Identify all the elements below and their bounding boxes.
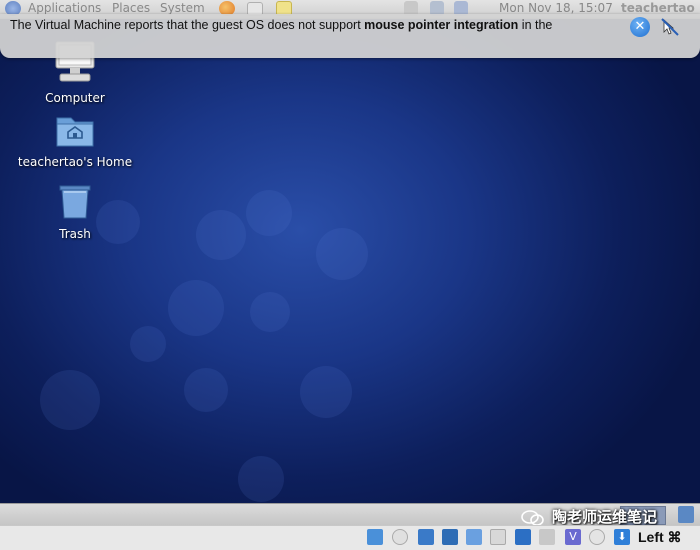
wallpaper-bokeh xyxy=(196,210,246,260)
menu-places[interactable]: Places xyxy=(112,1,150,15)
desktop-icon-label: Trash xyxy=(59,227,91,241)
trash-icon xyxy=(59,185,91,219)
trash-applet-icon[interactable] xyxy=(678,506,694,523)
panel-clock[interactable]: Mon Nov 18, 15:07 xyxy=(499,1,613,15)
wallpaper-bokeh xyxy=(300,366,352,418)
virtualbox-status-bar: V ⬇ Left ⌘ xyxy=(0,525,700,550)
notification-text-part: The Virtual Machine reports that the gue… xyxy=(10,18,365,32)
wallpaper-bokeh xyxy=(316,228,368,280)
network-adapter-icon[interactable] xyxy=(442,529,458,545)
desktop-icon-trash[interactable]: Trash xyxy=(15,182,135,241)
guest-desktop[interactable]: Computer teachertao's Home Trash xyxy=(0,0,700,503)
wallpaper-bokeh xyxy=(184,368,228,412)
menu-system[interactable]: System xyxy=(160,1,205,15)
wallpaper-bokeh xyxy=(130,326,166,362)
video-capture-icon[interactable] xyxy=(539,529,555,545)
keyboard-capture-icon[interactable]: ⬇ xyxy=(614,529,630,545)
mouse-integration-off-icon[interactable] xyxy=(660,17,680,37)
desktop-icon-home[interactable]: teachertao's Home xyxy=(15,112,135,169)
home-folder-icon xyxy=(56,117,94,147)
wechat-logo-icon xyxy=(521,509,544,526)
notification-message: The Virtual Machine reports that the gue… xyxy=(10,18,552,32)
desktop-icon-label: Computer xyxy=(45,91,105,105)
desktop-icon-label: teachertao's Home xyxy=(17,155,133,169)
usb-icon[interactable] xyxy=(466,529,482,545)
virtualization-icon[interactable]: V xyxy=(565,529,581,545)
hard-disk-icon[interactable] xyxy=(367,529,383,545)
audio-icon[interactable] xyxy=(418,529,434,545)
watermark-text: 陶老师运维笔记 xyxy=(552,508,658,526)
shared-folders-icon[interactable] xyxy=(490,529,506,545)
host-key-indicator[interactable]: Left ⌘ xyxy=(638,529,682,546)
wallpaper-bokeh xyxy=(238,456,284,502)
mouse-integration-notification: The Virtual Machine reports that the gue… xyxy=(0,14,700,58)
menu-applications[interactable]: Applications xyxy=(28,1,101,15)
watermark: 陶老师运维笔记 xyxy=(520,506,657,527)
wallpaper-bokeh xyxy=(246,190,292,236)
panel-username[interactable]: teachertao xyxy=(621,1,695,15)
close-icon[interactable]: ✕ xyxy=(630,17,650,37)
notification-text-bold: mouse pointer integration xyxy=(364,18,519,32)
wallpaper-bokeh xyxy=(250,292,290,332)
notification-text-part: in the xyxy=(518,18,553,32)
optical-drive-icon[interactable] xyxy=(392,529,408,545)
wallpaper-bokeh xyxy=(168,280,224,336)
display-icon[interactable] xyxy=(515,529,531,545)
wallpaper-bokeh xyxy=(40,370,100,430)
mouse-integration-icon[interactable] xyxy=(589,529,605,545)
